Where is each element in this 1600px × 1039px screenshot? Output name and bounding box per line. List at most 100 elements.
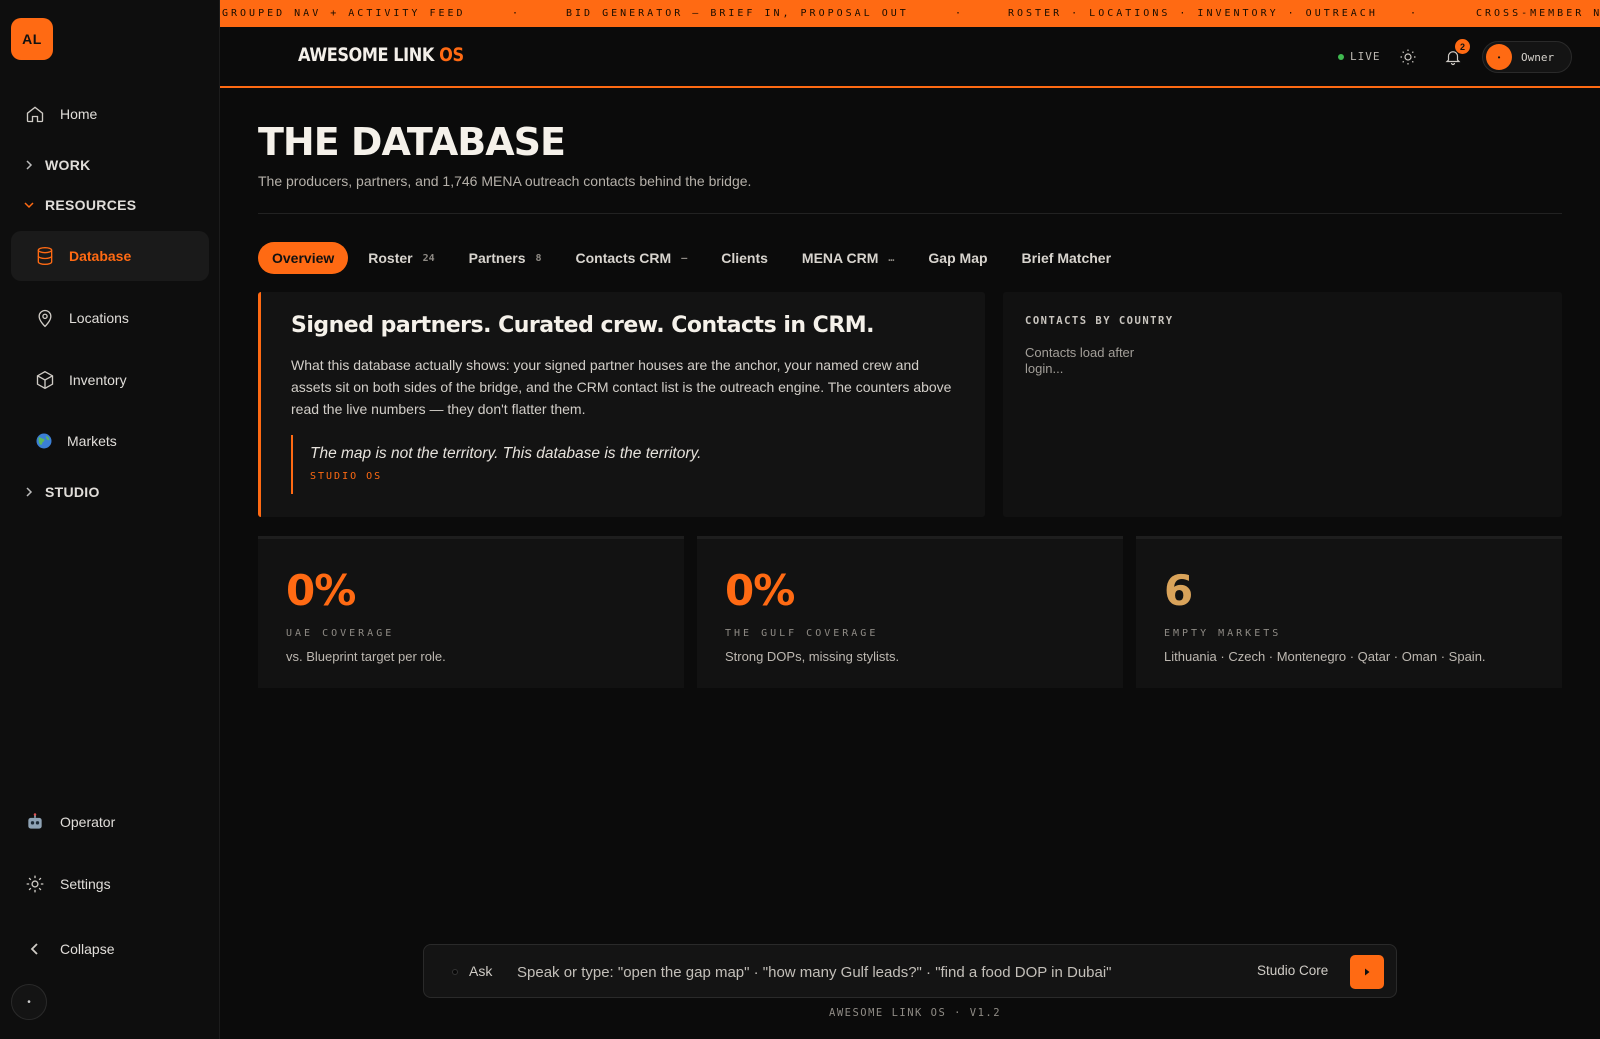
live-indicator: LIVE [1338,50,1381,63]
ticker-item: GROUPED NAV + ACTIVITY FEED [222,8,466,19]
chevron-right-icon [24,487,36,497]
sidebar-item-settings[interactable]: Settings [11,859,209,909]
ask-bar: Ask Studio Core [423,944,1397,998]
sidebar-item-inventory[interactable]: Inventory [11,355,209,405]
status-dot-button[interactable]: • [11,984,47,1020]
sidebar-group-label: STUDIO [45,484,100,500]
tab-gap-map[interactable]: Gap Map [914,242,1001,274]
stat-description: Strong DOPs, missing stylists. [725,649,900,664]
sidebar: AL Home WORK RESOURCES Database Location… [0,0,220,1039]
app-version: AWESOME LINK OS · V1.2 [829,1007,1002,1019]
contacts-by-country-card: CONTACTS BY COUNTRY Contacts load after … [1003,292,1562,517]
ask-input[interactable] [517,957,1217,987]
sidebar-item-home[interactable]: Home [11,89,209,139]
tab-bar: Overview Roster 24 Partners 8 Contacts CRM… [258,242,1131,274]
chevron-down-icon [24,200,36,210]
stat-value: 0% [286,566,356,615]
sidebar-collapse-button[interactable]: Collapse [11,924,209,974]
stat-label: UAE COVERAGE [286,628,395,639]
globe-icon [33,430,55,452]
tab-roster[interactable]: Roster 24 [354,242,448,274]
avatar: • [1486,44,1512,70]
sidebar-item-label: Markets [67,433,117,449]
stat-card-uae-coverage: 0% UAE COVERAGE vs. Blueprint target per… [258,536,684,688]
tab-overview[interactable]: Overview [258,242,349,274]
stat-label: EMPTY MARKETS [1164,628,1282,639]
sidebar-group-label: WORK [45,157,91,173]
announcement-ticker: GROUPED NAV + ACTIVITY FEED · BID GENERA… [220,0,1600,27]
sidebar-item-label: Settings [60,876,111,892]
sidebar-item-markets[interactable]: Markets [11,416,209,466]
ask-label: Ask [469,963,493,979]
stat-card-empty-markets: 6 EMPTY MARKETS Lithuania · Czech · Mont… [1136,536,1562,688]
hero-body: What this database actually shows: your … [291,357,952,417]
page-subtitle: The producers, partners, and 1,746 MENA … [258,173,752,189]
model-selector[interactable]: Studio Core [1257,963,1328,978]
chevron-left-icon [24,938,46,960]
tab-count: — [681,252,688,264]
sidebar-item-locations[interactable]: Locations [11,293,209,343]
ticker-item: ROSTER · LOCATIONS · INVENTORY · OUTREAC… [1008,8,1378,19]
gear-icon [24,873,46,895]
sidebar-item-label: Collapse [60,941,115,957]
sidebar-group-studio[interactable]: STUDIO [24,484,100,500]
voice-dot-icon[interactable] [452,969,458,975]
tab-count: … [888,252,895,264]
hero-heading: Signed partners. Curated crew. Contacts … [291,313,875,338]
page-title: THE DATABASE [258,120,566,164]
chevron-right-icon [24,160,36,170]
card-empty-message: Contacts load after login... [1025,345,1135,376]
box-icon [34,369,56,391]
sidebar-item-database[interactable]: Database [11,231,209,281]
stat-value: 6 [1164,566,1193,615]
tab-mena-crm[interactable]: MENA CRM… [788,242,909,274]
ticker-separator: · [1410,8,1420,19]
theme-toggle-button[interactable] [1396,45,1420,69]
sidebar-item-label: Operator [60,814,116,830]
sidebar-group-work[interactable]: WORK [24,157,91,173]
user-menu-button[interactable]: • Owner [1482,41,1572,73]
user-role-label: Owner [1521,50,1555,64]
live-label: LIVE [1350,50,1381,63]
stat-description: Lithuania · Czech · Montenegro · Qatar ·… [1164,649,1486,664]
send-button[interactable] [1350,955,1384,989]
tab-count: 8 [535,252,542,264]
overview-hero-card: Signed partners. Curated crew. Contacts … [258,292,985,517]
tab-brief-matcher[interactable]: Brief Matcher [1008,242,1125,274]
stat-card-gulf-coverage: 0% THE GULF COVERAGE Strong DOPs, missin… [697,536,1123,688]
quote-text: The map is not the territory. This datab… [310,445,702,462]
tab-partners[interactable]: Partners 8 [455,242,556,274]
ticker-item: BID GENERATOR — BRIEF IN, PROPOSAL OUT [566,8,909,19]
live-dot [1338,53,1344,60]
sidebar-item-label: Locations [69,310,129,326]
sidebar-group-label: RESOURCES [45,197,137,213]
sidebar-item-label: Home [60,106,98,122]
stat-label: THE GULF COVERAGE [725,628,879,639]
robot-icon [24,811,46,833]
top-header: AWESOME LINK OS LIVE 2 • Owner [220,27,1600,88]
database-icon [34,245,56,267]
app-logo[interactable]: AL [11,18,53,60]
map-pin-icon [34,307,56,329]
sidebar-item-operator[interactable]: Operator [11,797,209,847]
tab-count: 24 [422,252,435,264]
play-icon [1365,968,1370,976]
tab-clients[interactable]: Clients [707,242,782,274]
notifications-button[interactable]: 2 [1441,39,1470,69]
card-heading: CONTACTS BY COUNTRY [1025,315,1174,327]
sidebar-group-resources[interactable]: RESOURCES [24,197,136,213]
quote-source: STUDIO OS [310,471,383,482]
notification-count-badge: 2 [1455,39,1470,54]
brand-wordmark[interactable]: AWESOME LINK OS [298,44,464,66]
stat-value: 0% [725,566,795,615]
sidebar-item-label: Database [69,248,132,264]
home-icon [24,103,46,125]
ticker-separator: · [512,8,522,19]
divider [258,213,1562,214]
tab-contacts-crm[interactable]: Contacts CRM — [562,242,702,274]
hero-quote: The map is not the territory. This datab… [291,435,701,494]
ticker-separator: · [955,8,965,19]
sun-icon [1400,49,1416,65]
sidebar-item-label: Inventory [69,372,127,388]
stat-description: vs. Blueprint target per role. [286,649,446,664]
